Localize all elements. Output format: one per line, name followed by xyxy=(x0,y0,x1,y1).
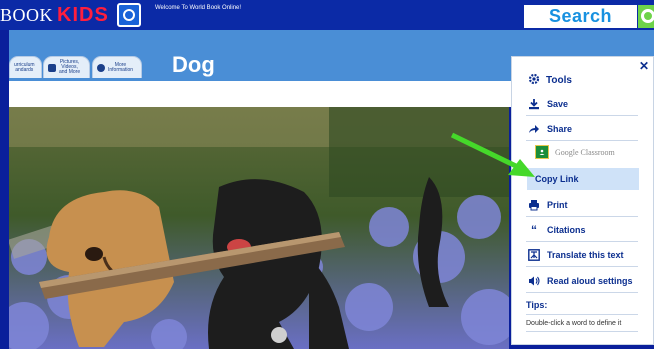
dog-photo xyxy=(9,107,509,349)
tab-more-information[interactable]: More Information xyxy=(92,56,142,78)
top-header: BOOK KIDS Welcome To World Book Online! … xyxy=(0,0,654,30)
tools-heading: Tools xyxy=(528,73,572,88)
share-label: Share xyxy=(547,124,573,134)
dog-photo-illustration xyxy=(9,107,509,349)
google-classroom-label: Google Classroom xyxy=(555,147,615,157)
welcome-text: Welcome To World Book Online! xyxy=(155,5,242,11)
search-icon xyxy=(641,9,654,23)
citations-label: Citations xyxy=(547,225,586,235)
translate-label: Translate this text xyxy=(547,250,624,260)
print-label: Print xyxy=(547,200,568,210)
camera-icon xyxy=(48,63,56,72)
citations-button[interactable]: “ Citations xyxy=(526,219,638,242)
tips-text: Double-click a word to define it xyxy=(526,314,638,332)
logo-kids-text: KIDS xyxy=(57,3,109,26)
print-button[interactable]: Print xyxy=(526,194,638,217)
printer-icon xyxy=(528,199,540,211)
logo-book-text: BOOK xyxy=(0,4,54,25)
tools-heading-label: Tools xyxy=(546,75,572,86)
gear-icon xyxy=(528,73,540,88)
speaker-icon xyxy=(528,275,540,287)
translate-icon xyxy=(528,249,540,261)
read-aloud-label: Read aloud settings xyxy=(547,276,633,286)
download-icon xyxy=(528,98,540,110)
tab-label: More Information xyxy=(108,61,134,73)
close-icon[interactable]: ✕ xyxy=(639,59,649,73)
tab-label: urriculum andards xyxy=(14,61,35,73)
page-title: Dog xyxy=(172,52,215,77)
quote-icon: “ xyxy=(531,223,537,237)
world-book-kids-logo[interactable]: BOOK KIDS xyxy=(0,3,141,27)
green-arrow-annotation xyxy=(450,132,535,177)
tips-heading: Tips: xyxy=(526,300,548,310)
tab-curriculum-standards[interactable]: urriculum andards xyxy=(9,56,42,78)
app-frame: BOOK KIDS Welcome To World Book Online! … xyxy=(0,0,654,349)
save-label: Save xyxy=(547,99,569,109)
tab-label: Pictures, Videos, and More xyxy=(59,59,81,75)
search-input[interactable]: Search xyxy=(524,5,637,28)
info-icon xyxy=(97,63,105,72)
translate-button[interactable]: Translate this text xyxy=(526,244,638,267)
save-button[interactable]: Save xyxy=(526,93,638,116)
read-aloud-settings-button[interactable]: Read aloud settings xyxy=(526,270,638,293)
tab-pictures-videos[interactable]: Pictures, Videos, and More xyxy=(43,56,90,78)
search-button[interactable] xyxy=(638,5,654,28)
globe-icon xyxy=(116,3,141,27)
